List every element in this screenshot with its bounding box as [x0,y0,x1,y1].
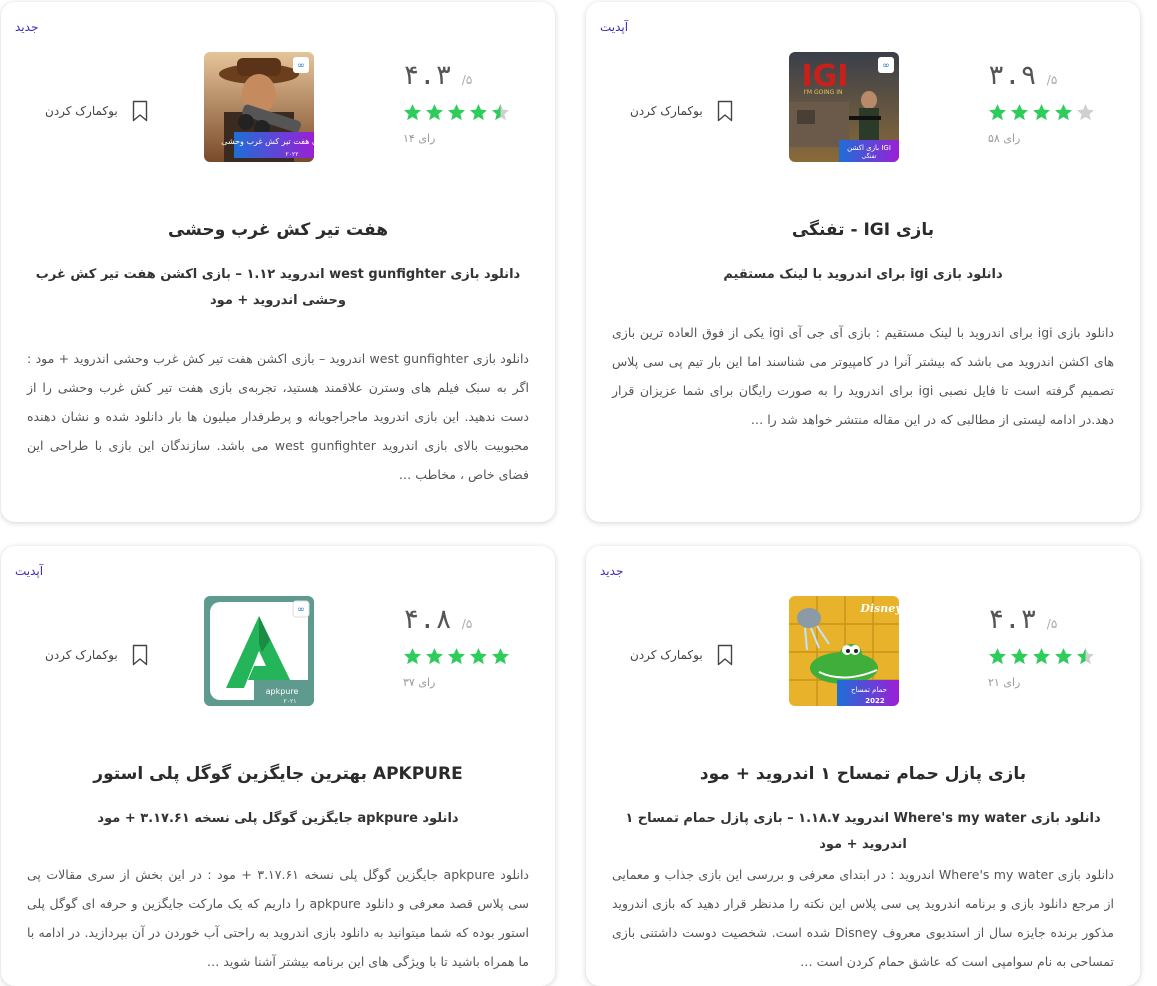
icon-caption: بازی اکشن IGI [847,144,891,152]
rating-score: ۴.۸ [403,604,452,635]
bookmark-label: بوکمارک کردن [630,648,703,662]
status-badge: جدید [600,564,624,578]
post-title[interactable]: بازی IGI - تفنگی [604,220,1122,240]
icon-caption: apkpure [266,687,299,696]
bookmark-icon [132,100,147,122]
bookmark-label: بوکمارک کردن [630,104,703,118]
star-icon [1055,648,1072,665]
star-rating [988,103,1103,122]
post-subtitle: دانلود بازی Where's my water اندروید ۱.۱… [625,811,1101,852]
vote-count: ۳۷ رای [403,676,436,689]
status-badge: آپدیت [15,564,44,578]
icon-year: ۲۰۲۱ [284,698,297,705]
svg-text:∞: ∞ [882,61,890,71]
status-badge: آپدیت [600,20,629,34]
star-rating [403,647,518,666]
rating-block: ۴.۳ /۵ ۱۴ رای [403,60,518,145]
post-title[interactable]: هفت تیر کش غرب وحشی [19,220,537,240]
star-icon [448,104,465,121]
star-rating [403,103,518,122]
post-title[interactable]: بازی پازل حمام تمساح ۱ اندروید + مود [604,764,1122,784]
rating-score: ۴.۳ [403,60,452,91]
icon-caption: بازی هفت تیر کش غرب وحشی [221,137,314,146]
bookmark-icon [132,644,147,666]
rating-out-of: /۵ [461,73,473,87]
vote-count: ۱۴ رای [403,132,436,145]
star-icon [1011,104,1028,121]
rating-block: ۳.۹ /۵ ۵۸ رای [988,60,1103,145]
wheres-my-water-icon: Disney حمام تمساح 2022 [789,596,899,706]
star-icon [1011,648,1028,665]
post-card[interactable]: جدید بازی هفت تیر کش غرب وحشی ۲۰۲۲ ∞ ۴.۳… [1,2,555,522]
star-icon [1077,104,1094,121]
rating-block: ۴.۳ /۵ ۲۱ رای [988,604,1103,689]
post-card[interactable]: آپدیت apkpure ۲۰۲۱ ∞ ۴.۸ /۵ ۳۷ رای بوکما… [1,546,555,986]
icon-caption-secondary: تفنگی [862,152,877,160]
star-icon [426,648,443,665]
game-thumbnail[interactable]: IGI I'M GOING IN بازی اکشن IGI تفنگی ∞ [789,52,899,162]
game-thumbnail[interactable]: بازی هفت تیر کش غرب وحشی ۲۰۲۲ ∞ [204,52,314,162]
bookmark-button[interactable]: بوکمارک کردن [45,100,148,122]
bookmark-icon [717,644,732,666]
post-title[interactable]: APKPURE بهترین جایگزین گوگل پلی استور [19,764,537,784]
star-icon [404,104,421,121]
rating-out-of: /۵ [1046,73,1058,87]
star-icon [426,104,443,121]
status-badge: جدید [15,20,39,34]
rating-out-of: /۵ [461,617,473,631]
rating-out-of: /۵ [1046,617,1058,631]
star-icon [1077,648,1094,665]
icon-year: ۲۰۲۲ [286,151,299,158]
star-icon [1033,648,1050,665]
apkpure-icon: apkpure ۲۰۲۱ ∞ [204,596,314,706]
svg-text:∞: ∞ [297,61,305,71]
post-excerpt: دانلود apkpure جایگزین گوگل پلی نسخه ۳.۱… [27,867,529,969]
star-icon [448,648,465,665]
post-subtitle: دانلود بازی west gunfighter اندروید ۱.۱۲… [35,267,521,308]
icon-year: 2022 [865,697,885,705]
bookmark-button[interactable]: بوکمارک کردن [630,100,733,122]
vote-count: ۲۱ رای [988,676,1021,689]
star-icon [404,648,421,665]
star-icon [989,104,1006,121]
post-subtitle: دانلود بازی igi برای اندروید با لینک مست… [723,267,1003,282]
game-thumbnail[interactable]: apkpure ۲۰۲۱ ∞ [204,596,314,706]
igi-icon: IGI I'M GOING IN بازی اکشن IGI تفنگی ∞ [789,52,899,162]
post-subtitle: دانلود apkpure جایگزین گوگل پلی نسخه ۳.۱… [97,811,459,826]
star-icon [989,648,1006,665]
star-icon [470,648,487,665]
post-excerpt: دانلود بازی west gunfighter اندروید – با… [27,351,529,482]
star-icon [470,104,487,121]
star-rating [988,647,1103,666]
bookmark-label: بوکمارک کردن [45,648,118,662]
post-excerpt: دانلود بازی igi برای اندروید با لینک مست… [612,325,1114,427]
star-icon [1055,104,1072,121]
rating-score: ۳.۹ [988,60,1037,91]
bookmark-icon [717,100,732,122]
icon-tagline: I'M GOING IN [804,89,843,96]
post-excerpt: دانلود بازی Where's my water اندروید : د… [612,867,1115,969]
svg-text:∞: ∞ [297,605,305,615]
icon-brand: Disney [859,602,899,615]
game-thumbnail[interactable]: Disney حمام تمساح 2022 [789,596,899,706]
icon-caption: حمام تمساح [851,686,887,694]
rating-block: ۴.۸ /۵ ۳۷ رای [403,604,518,689]
rating-score: ۴.۳ [988,604,1037,635]
bookmark-button[interactable]: بوکمارک کردن [45,644,148,666]
vote-count: ۵۸ رای [988,132,1021,145]
bookmark-button[interactable]: بوکمارک کردن [630,644,733,666]
star-icon [492,648,509,665]
bookmark-label: بوکمارک کردن [45,104,118,118]
star-icon [492,104,509,121]
post-card[interactable]: جدید Disney حمام تمساح 2022 ۴.۳ /۵ ۲۱ را… [586,546,1140,986]
star-icon [1033,104,1050,121]
post-card[interactable]: آپدیت IGI I'M GOING IN بازی اکشن IGI تفن… [586,2,1140,522]
west-gunfighter-icon: بازی هفت تیر کش غرب وحشی ۲۰۲۲ ∞ [204,52,314,162]
